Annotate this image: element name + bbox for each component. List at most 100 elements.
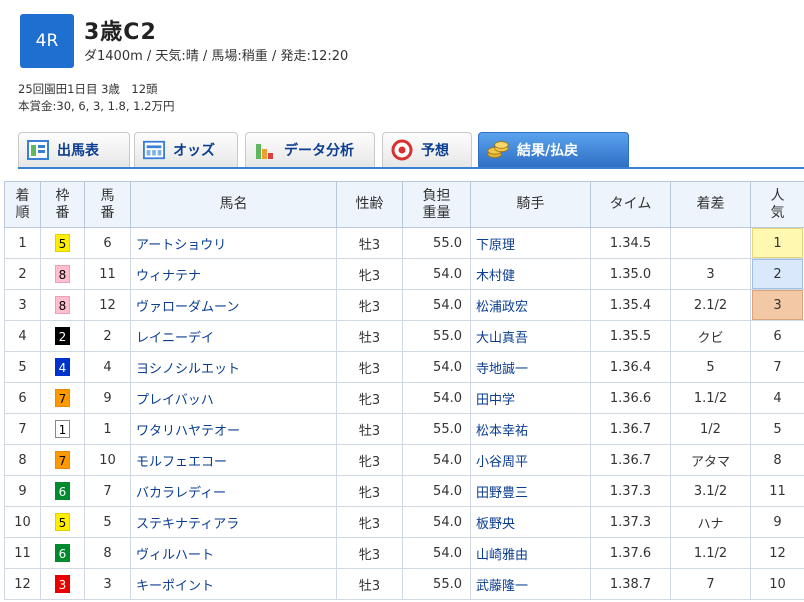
- horse-name-link[interactable]: ヴィルハート: [130, 537, 337, 569]
- odds-icon: [143, 139, 165, 161]
- table-row: 11 6 8 ヴィルハート 牝3 54.0 山崎雅由 1.37.6 1.1/2 12: [4, 537, 804, 569]
- sex-age-cell: 牝3: [336, 258, 403, 290]
- time-cell: 1.34.5: [590, 227, 671, 259]
- tab-results-payout[interactable]: 結果/払戻: [478, 132, 629, 167]
- waku-badge: 8: [55, 296, 70, 314]
- horse-name-link[interactable]: モルフェエコー: [130, 444, 337, 476]
- jockey-link[interactable]: 下原理: [470, 227, 591, 259]
- waku-cell: 7: [40, 382, 85, 414]
- rank-cell: 2: [4, 258, 41, 290]
- jockey-link[interactable]: 木村健: [470, 258, 591, 290]
- waku-badge: 2: [55, 327, 70, 345]
- tab-data-analysis[interactable]: データ分析: [245, 132, 375, 167]
- horse-number-cell: 5: [84, 506, 131, 538]
- jockey-link[interactable]: 小谷周平: [470, 444, 591, 476]
- sex-age-cell: 牡3: [336, 568, 403, 600]
- rank-cell: 6: [4, 382, 41, 414]
- sex-age-cell: 牝3: [336, 289, 403, 321]
- horse-name-link[interactable]: ウィナテナ: [130, 258, 337, 290]
- popularity-cell: 11: [750, 475, 804, 507]
- jockey-link[interactable]: 田中学: [470, 382, 591, 414]
- weight-cell: 54.0: [402, 351, 471, 383]
- header-margin: 着差: [670, 181, 751, 228]
- header-name: 馬名: [130, 181, 337, 228]
- horse-number-cell: 6: [84, 227, 131, 259]
- margin-cell: 3: [670, 258, 751, 290]
- horse-name-link[interactable]: バカラレディー: [130, 475, 337, 507]
- race-conditions: ダ1400m / 天気:晴 / 馬場:稍重 / 発走:12:20: [84, 49, 349, 64]
- jockey-link[interactable]: 武藤隆一: [470, 568, 591, 600]
- header-popularity: 人気: [750, 181, 804, 228]
- rank-cell: 12: [4, 568, 41, 600]
- tab-results-payout-label: 結果/払戻: [517, 143, 579, 159]
- tab-odds[interactable]: オッズ: [134, 132, 238, 167]
- popularity-value: 9: [773, 514, 782, 530]
- popularity-value: 2: [752, 259, 803, 289]
- waku-badge: 6: [55, 544, 70, 562]
- target-icon: [391, 139, 413, 161]
- rank-cell: 9: [4, 475, 41, 507]
- horse-number-cell: 2: [84, 320, 131, 352]
- horse-name-link[interactable]: キーポイント: [130, 568, 337, 600]
- horse-name-link[interactable]: プレイバッハ: [130, 382, 337, 414]
- table-row: 7 1 1 ワタリハヤテオー 牡3 55.0 松本幸祐 1.36.7 1/2 5: [4, 413, 804, 445]
- sex-age-cell: 牝3: [336, 537, 403, 569]
- waku-badge: 4: [55, 358, 70, 376]
- jockey-link[interactable]: 大山真吾: [470, 320, 591, 352]
- rank-cell: 4: [4, 320, 41, 352]
- waku-badge: 6: [55, 482, 70, 500]
- waku-cell: 7: [40, 444, 85, 476]
- race-number-badge: 4R: [20, 14, 74, 68]
- horse-name-link[interactable]: レイニーデイ: [130, 320, 337, 352]
- weight-cell: 55.0: [402, 568, 471, 600]
- sex-age-cell: 牡3: [336, 413, 403, 445]
- header-weight: 負担 重量: [402, 181, 471, 228]
- jockey-link[interactable]: 板野央: [470, 506, 591, 538]
- popularity-cell: 7: [750, 351, 804, 383]
- popularity-value: 10: [769, 576, 786, 592]
- jockey-link[interactable]: 松本幸祐: [470, 413, 591, 445]
- weight-cell: 54.0: [402, 475, 471, 507]
- sex-age-cell: 牡3: [336, 227, 403, 259]
- waku-cell: 4: [40, 351, 85, 383]
- tab-entry-table[interactable]: 出馬表: [18, 132, 130, 167]
- popularity-value: 8: [773, 452, 782, 468]
- entry-table-icon: [27, 139, 49, 161]
- header-jockey: 騎手: [470, 181, 591, 228]
- horse-name-link[interactable]: ヴァローダムーン: [130, 289, 337, 321]
- horse-name-link[interactable]: ヨシノシルエット: [130, 351, 337, 383]
- rank-cell: 8: [4, 444, 41, 476]
- time-cell: 1.37.3: [590, 506, 671, 538]
- table-row: 10 5 5 ステキナティアラ 牝3 54.0 板野央 1.37.3 ハナ 9: [4, 506, 804, 538]
- jockey-link[interactable]: 山崎雅由: [470, 537, 591, 569]
- horse-name-link[interactable]: ワタリハヤテオー: [130, 413, 337, 445]
- table-row: 1 5 6 アートショウリ 牡3 55.0 下原理 1.34.5 1: [4, 227, 804, 259]
- horse-name-link[interactable]: アートショウリ: [130, 227, 337, 259]
- header-time: タイム: [590, 181, 671, 228]
- margin-cell: 5: [670, 351, 751, 383]
- margin-cell: ハナ: [670, 506, 751, 538]
- popularity-cell: 1: [750, 227, 804, 259]
- jockey-link[interactable]: 田野豊三: [470, 475, 591, 507]
- weight-cell: 54.0: [402, 444, 471, 476]
- sex-age-cell: 牝3: [336, 382, 403, 414]
- waku-badge: 5: [55, 513, 70, 531]
- waku-badge: 1: [55, 420, 70, 438]
- jockey-link[interactable]: 寺地誠一: [470, 351, 591, 383]
- waku-cell: 6: [40, 475, 85, 507]
- rank-cell: 5: [4, 351, 41, 383]
- race-tabs: 出馬表 オッズ データ分析 予想 結果/払戻: [18, 132, 804, 169]
- time-cell: 1.35.4: [590, 289, 671, 321]
- horse-number-cell: 8: [84, 537, 131, 569]
- weight-cell: 54.0: [402, 258, 471, 290]
- rank-cell: 11: [4, 537, 41, 569]
- tab-prediction[interactable]: 予想: [382, 132, 472, 167]
- table-row: 5 4 4 ヨシノシルエット 牝3 54.0 寺地誠一 1.36.4 5 7: [4, 351, 804, 383]
- horse-number-cell: 10: [84, 444, 131, 476]
- horse-name-link[interactable]: ステキナティアラ: [130, 506, 337, 538]
- jockey-link[interactable]: 松浦政宏: [470, 289, 591, 321]
- waku-badge: 7: [55, 451, 70, 469]
- sex-age-cell: 牝3: [336, 351, 403, 383]
- coins-icon: [487, 139, 509, 161]
- popularity-cell: 9: [750, 506, 804, 538]
